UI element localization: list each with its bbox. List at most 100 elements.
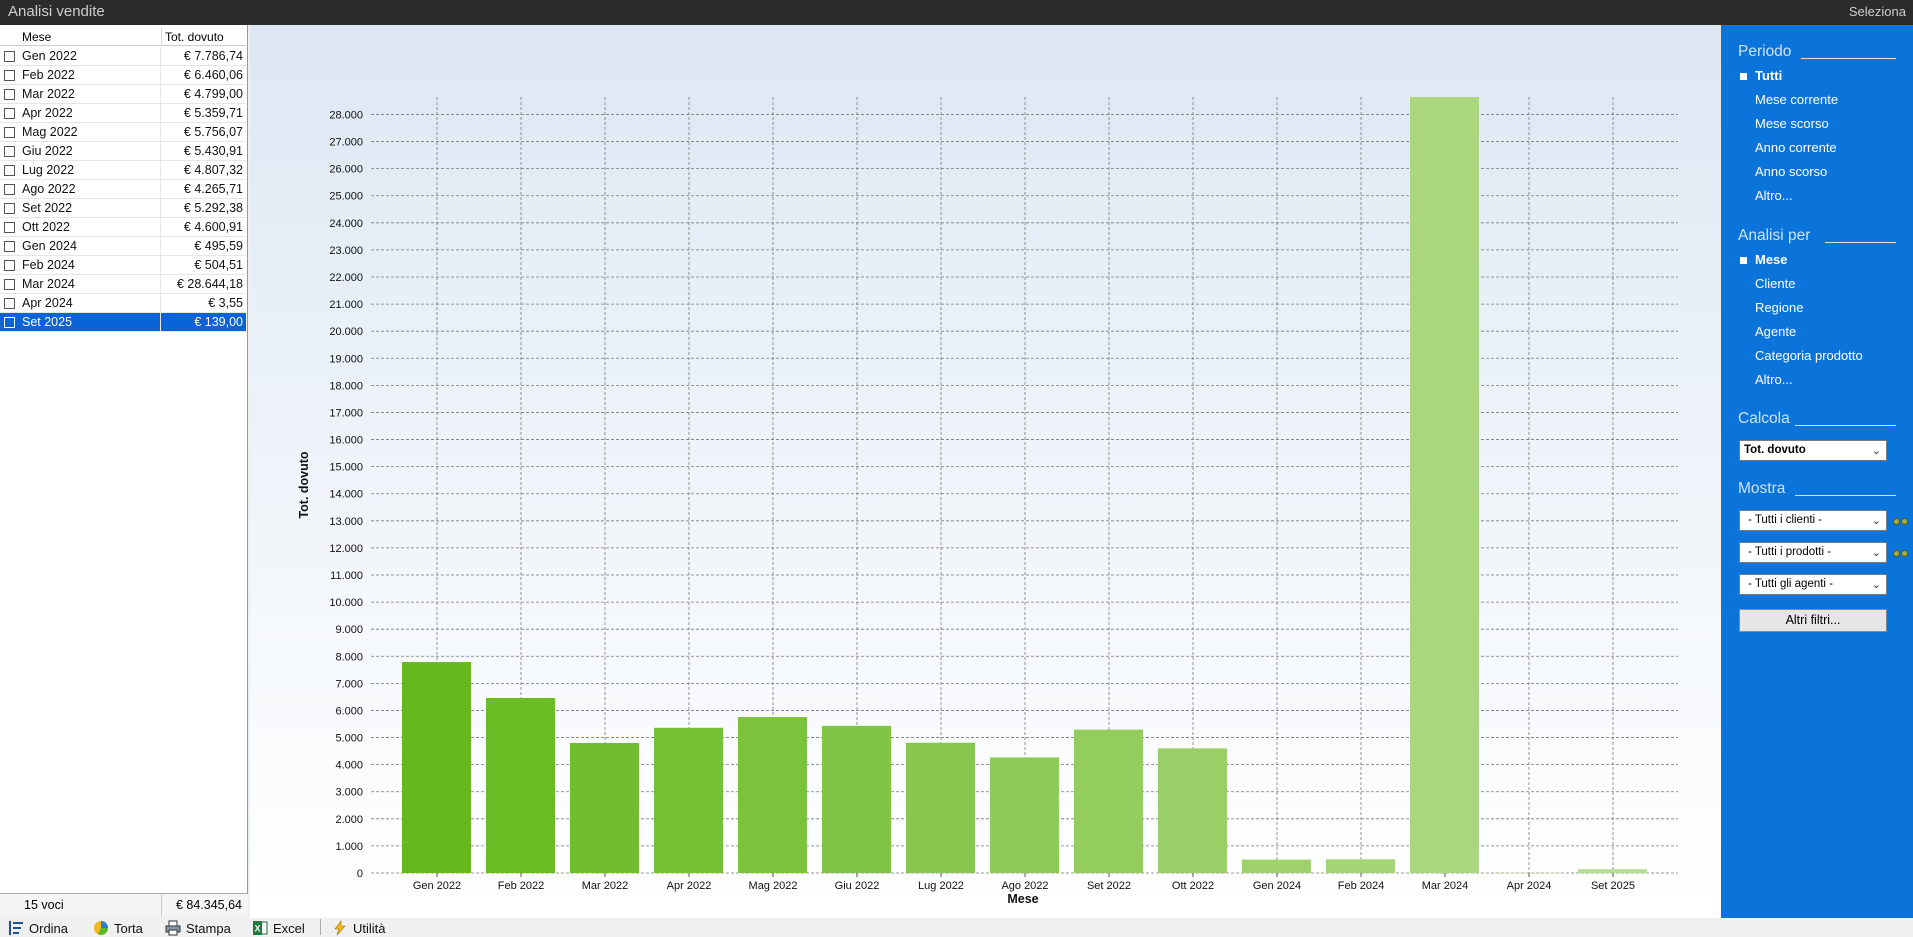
y-tick-label: 18.000 (329, 380, 363, 392)
y-tick-label: 23.000 (329, 245, 363, 257)
column-header-total[interactable]: Tot. dovuto (161, 27, 246, 46)
row-checkbox[interactable] (4, 51, 15, 62)
row-month: Gen 2022 (22, 49, 77, 63)
agents-dropdown[interactable]: - Tutti gli agenti - ⌄ (1739, 574, 1887, 595)
x-axis-title: Mese (1007, 892, 1038, 906)
y-tick-label: 9.000 (335, 624, 363, 636)
row-checkbox[interactable] (4, 279, 15, 290)
bar-chart: 0 1.000 2.000 3.000 4.000 5.000 6.000 7.000 8.00… (297, 97, 1678, 906)
clients-dropdown[interactable]: - Tutti i clienti - ⌄ (1739, 510, 1887, 531)
show-title: Mostra (1738, 480, 1786, 497)
row-month: Gen 2024 (22, 239, 77, 253)
bar (906, 742, 975, 873)
table-row[interactable]: Mar 2024 € 28.644,18 (0, 275, 246, 294)
x-tick-label: Mar 2024 (1422, 880, 1468, 892)
products-dropdown[interactable]: - Tutti i prodotti - ⌄ (1739, 542, 1887, 563)
table-row[interactable]: Mar 2022 € 4.799,00 (0, 85, 246, 104)
y-axis-title: Tot. dovuto (297, 451, 311, 518)
analysis-option[interactable]: Cliente (1755, 276, 1795, 291)
calc-dropdown[interactable]: Tot. dovuto ⌄ (1739, 440, 1887, 461)
period-option[interactable]: Mese scorso (1755, 116, 1829, 131)
row-month: Mar 2024 (22, 277, 75, 291)
x-tick-label: Lug 2022 (918, 880, 964, 892)
month-table: Mese Tot. dovuto Gen 2022 € 7.786,74 Feb 2… (0, 25, 248, 917)
table-row[interactable]: Set 2025 € 139,00 (0, 313, 246, 332)
analysis-option[interactable]: Regione (1755, 300, 1803, 315)
period-option[interactable]: Anno corrente (1755, 140, 1837, 155)
x-tick-label: Feb 2024 (1338, 880, 1384, 892)
y-tick-label: 8.000 (335, 651, 363, 663)
row-month: Giu 2022 (22, 144, 73, 158)
analysis-option[interactable]: Categoria prodotto (1755, 348, 1863, 363)
bar (1158, 748, 1227, 873)
row-checkbox[interactable] (4, 184, 15, 195)
row-checkbox[interactable] (4, 70, 15, 81)
x-tick-label: Apr 2024 (1507, 880, 1552, 892)
table-row[interactable]: Apr 2024 € 3,55 (0, 294, 246, 313)
row-month: Feb 2022 (22, 68, 75, 82)
table-row[interactable]: Giu 2022 € 5.430,91 (0, 142, 246, 161)
x-tick-label: Set 2025 (1591, 880, 1635, 892)
row-checkbox[interactable] (4, 298, 15, 309)
table-row[interactable]: Ago 2022 € 4.265,71 (0, 180, 246, 199)
row-checkbox[interactable] (4, 108, 15, 119)
y-tick-label: 5.000 (335, 733, 363, 745)
printer-icon (165, 920, 181, 936)
utility-button[interactable]: Utilità (332, 920, 386, 936)
period-option[interactable]: Tutti (1755, 68, 1782, 83)
analysis-option[interactable]: Mese (1755, 252, 1788, 267)
table-row[interactable]: Apr 2022 € 5.359,71 (0, 104, 246, 123)
binoculars-icon[interactable] (1893, 549, 1909, 557)
row-checkbox[interactable] (4, 260, 15, 271)
table-row[interactable]: Gen 2022 € 7.786,74 (0, 47, 246, 66)
period-option[interactable]: Mese corrente (1755, 92, 1838, 107)
excel-button[interactable]: X Excel (252, 920, 305, 936)
bar (738, 717, 807, 873)
excel-icon: X (253, 921, 268, 935)
calc-title: Calcola (1738, 410, 1790, 427)
clients-value: - Tutti i clienti - (1748, 514, 1823, 526)
column-header-month[interactable]: Mese (22, 30, 51, 44)
row-checkbox[interactable] (4, 146, 15, 157)
more-filters-button[interactable]: Altri filtri... (1739, 609, 1887, 632)
y-tick-label: 2.000 (335, 814, 363, 826)
print-button[interactable]: Stampa (165, 920, 231, 936)
period-option[interactable]: Anno scorso (1755, 164, 1827, 179)
select-link[interactable]: Seleziona (1849, 4, 1906, 19)
table-row[interactable]: Feb 2022 € 6.460,06 (0, 66, 246, 85)
period-option[interactable]: Altro... (1755, 188, 1793, 203)
table-row[interactable]: Mag 2022 € 5.756,07 (0, 123, 246, 142)
window-title: Analisi vendite (8, 3, 105, 20)
table-row[interactable]: Ott 2022 € 4.600,91 (0, 218, 246, 237)
row-checkbox[interactable] (4, 222, 15, 233)
y-tick-label: 17.000 (329, 407, 363, 419)
row-total: € 495,59 (194, 239, 243, 253)
row-checkbox[interactable] (4, 241, 15, 252)
print-label: Stampa (186, 920, 231, 936)
bottom-toolbar: Ordina Torta Stampa X Excel Utilità (0, 917, 420, 937)
table-row[interactable]: Lug 2022 € 4.807,32 (0, 161, 246, 180)
analysis-option[interactable]: Agente (1755, 324, 1796, 339)
svg-text:X: X (254, 924, 260, 934)
sort-button[interactable]: Ordina (8, 920, 68, 936)
row-checkbox[interactable] (4, 317, 15, 328)
x-tick-label: Feb 2022 (498, 880, 544, 892)
row-checkbox[interactable] (4, 127, 15, 138)
table-row[interactable]: Set 2022 € 5.292,38 (0, 199, 246, 218)
y-tick-label: 24.000 (329, 218, 363, 230)
y-tick-label: 1.000 (335, 841, 363, 853)
analysis-option[interactable]: Altro... (1755, 372, 1793, 387)
binoculars-icon[interactable] (1893, 517, 1909, 525)
y-tick-label: 4.000 (335, 760, 363, 772)
row-month: Ott 2022 (22, 220, 70, 234)
bar (1578, 869, 1647, 873)
bar (570, 742, 639, 873)
row-checkbox[interactable] (4, 89, 15, 100)
pie-button[interactable]: Torta (93, 920, 143, 936)
row-checkbox[interactable] (4, 165, 15, 176)
table-row[interactable]: Gen 2024 € 495,59 (0, 237, 246, 256)
bar (1074, 729, 1143, 873)
table-row[interactable]: Feb 2024 € 504,51 (0, 256, 246, 275)
products-value: - Tutti i prodotti - (1748, 546, 1832, 558)
row-checkbox[interactable] (4, 203, 15, 214)
